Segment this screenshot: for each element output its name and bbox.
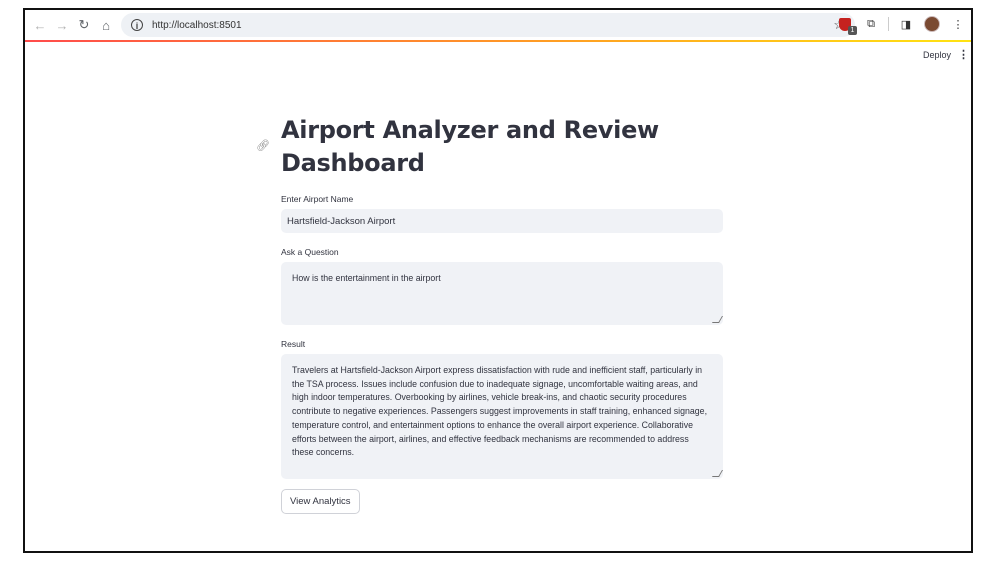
title-line-2: Dashboard [281, 149, 425, 177]
result-textarea[interactable]: Travelers at Hartsfield-Jackson Airport … [281, 354, 724, 479]
question-text: How is the entertainment in the airport [292, 273, 441, 283]
reload-icon[interactable]: ↻ [73, 14, 95, 36]
puzzle-icon[interactable]: ⧉ [862, 15, 880, 33]
question-label: Ask a Question [281, 247, 339, 257]
resize-handle-icon[interactable] [711, 470, 724, 477]
side-panel-icon[interactable]: ◨ [897, 15, 915, 33]
avatar[interactable] [923, 15, 941, 33]
resize-handle-icon[interactable] [711, 316, 724, 323]
extensions-area: 1 ⧉ ◨ ⋮ [836, 15, 967, 35]
address-bar[interactable]: i http://localhost:8501 ☆ [121, 13, 855, 37]
url-text[interactable]: http://localhost:8501 [152, 20, 242, 31]
forward-icon[interactable]: → [51, 14, 73, 36]
airport-input[interactable]: Hartsfield-Jackson Airport [281, 209, 723, 233]
home-icon[interactable]: ⌂ [95, 14, 117, 36]
toolbar-divider [888, 17, 889, 31]
browser-toolbar: ← → ↻ ⌂ i http://localhost:8501 ☆ 1 ⧉ ◨ … [25, 10, 971, 40]
result-label: Result [281, 339, 306, 349]
result-text: Travelers at Hartsfield-Jackson Airport … [292, 365, 708, 458]
extension-shield-icon[interactable]: 1 [836, 15, 857, 35]
deploy-button[interactable]: Deploy [923, 50, 951, 60]
question-textarea[interactable]: How is the entertainment in the airport [281, 262, 724, 325]
title-line-1: Airport Analyzer and Review [281, 116, 659, 144]
header-decoration-bar [25, 40, 971, 42]
back-icon[interactable]: ← [29, 14, 51, 36]
extension-badge: 1 [848, 25, 857, 35]
view-analytics-button[interactable]: View Analytics [281, 489, 360, 514]
link-icon[interactable]: 🔗︎ [256, 139, 270, 152]
info-icon[interactable]: i [131, 19, 143, 31]
main-content: 🔗︎ Airport Analyzer and Review Dashboard… [256, 114, 724, 514]
page-title: Airport Analyzer and Review Dashboard [281, 114, 723, 180]
browser-menu-icon[interactable]: ⋮ [949, 15, 967, 33]
browser-window: ← → ↻ ⌂ i http://localhost:8501 ☆ 1 ⧉ ◨ … [23, 8, 973, 553]
kebab-menu-icon[interactable]: ⋮ [958, 48, 969, 61]
airport-label: Enter Airport Name [281, 194, 354, 204]
nav-buttons: ← → ↻ ⌂ [29, 14, 117, 36]
